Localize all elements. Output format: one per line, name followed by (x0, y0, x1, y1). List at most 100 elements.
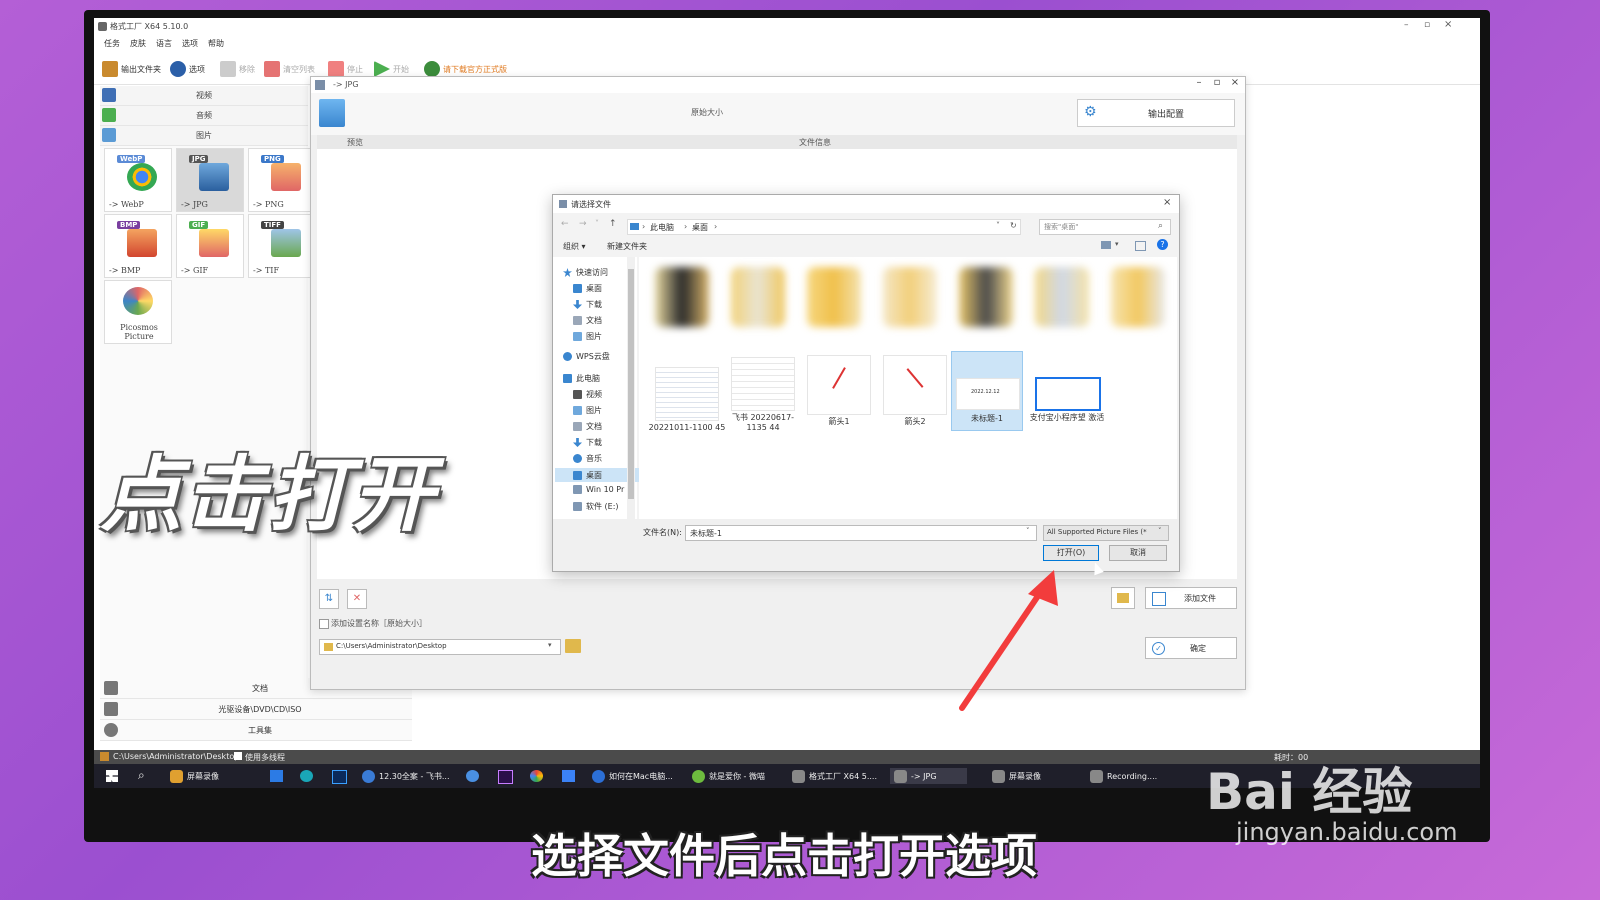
nav-downloads-pc[interactable]: 下载 (573, 437, 602, 448)
category-audio[interactable]: 音频 (100, 106, 308, 126)
nav-videos[interactable]: 视频 (573, 389, 602, 400)
multithread-checkbox[interactable] (234, 752, 242, 760)
add-setting-checkbox[interactable] (319, 619, 329, 629)
windows-start-icon[interactable] (106, 770, 118, 782)
blurred-file[interactable] (959, 267, 1013, 327)
view-icon[interactable] (1101, 241, 1111, 249)
help-icon[interactable]: ? (1157, 239, 1168, 250)
chrome-icon[interactable] (530, 770, 543, 782)
nav-quick-access[interactable]: 快速访问 (563, 267, 608, 278)
format-jpg[interactable]: JPG -> JPG (176, 148, 244, 212)
file-item[interactable]: 飞书 20220617-1135 44 (723, 351, 803, 441)
file-item-selected[interactable]: 2022.12.12 未标题-1 (951, 351, 1023, 431)
close-icon[interactable]: × (1227, 77, 1243, 93)
nav-documents-pc[interactable]: 文档 (573, 421, 602, 432)
minimize-icon[interactable]: – (1404, 20, 1409, 30)
options-button[interactable]: 选项 (170, 60, 205, 78)
sort-icon[interactable]: ⇅ (319, 589, 339, 609)
address-bar[interactable]: › 此电脑 › 桌面 › ˅ ↻ (627, 219, 1021, 235)
preview-pane-icon[interactable] (1135, 241, 1146, 251)
file-item[interactable]: 箭头1 (799, 351, 879, 441)
menu-language[interactable]: 语言 (156, 38, 172, 49)
chevron-down-icon[interactable]: ˅ (595, 219, 599, 228)
breadcrumb-desktop[interactable]: 桌面 (692, 222, 708, 233)
delete-icon[interactable]: ✕ (347, 589, 367, 609)
ok-button[interactable]: ✓ 确定 (1145, 637, 1237, 659)
taskbar-item[interactable]: 如何在Mac电脑... (592, 768, 673, 784)
format-webp[interactable]: WebP -> WebP (104, 148, 172, 212)
breadcrumb-this-pc[interactable]: 此电脑 (650, 222, 674, 233)
menu-skin[interactable]: 皮肤 (130, 38, 146, 49)
blurred-file[interactable] (1111, 267, 1165, 327)
output-folder-button[interactable]: 输出文件夹 (102, 60, 161, 78)
format-bmp[interactable]: BMP -> BMP (104, 214, 172, 278)
remove-button[interactable]: 移除 (220, 60, 255, 78)
search-input[interactable]: 搜索"桌面" ⌕ (1039, 219, 1171, 235)
format-png[interactable]: PNG -> PNG (248, 148, 316, 212)
add-file-button[interactable]: 添加文件 (1145, 587, 1237, 609)
close-icon[interactable]: × (1163, 197, 1171, 208)
nav-this-pc[interactable]: 此电脑 (563, 373, 600, 384)
menu-options[interactable]: 选项 (182, 38, 198, 49)
premiere-icon[interactable] (498, 770, 513, 784)
app-icon[interactable] (562, 770, 575, 782)
nav-documents[interactable]: 文档 (573, 315, 602, 326)
taskbar-item[interactable]: 格式工厂 X64 5.... (792, 768, 877, 784)
nav-music[interactable]: 音乐 (573, 453, 602, 464)
app-icon[interactable] (466, 770, 479, 782)
taskbar-item[interactable]: 12.30全案 - 飞书... (362, 768, 450, 784)
search-icon[interactable]: ⌕ (138, 768, 145, 783)
nav-scrollbar[interactable] (627, 257, 635, 519)
blurred-file[interactable] (807, 267, 861, 327)
blurred-file[interactable] (1035, 267, 1089, 327)
clear-list-button[interactable]: 清空列表 (264, 60, 315, 78)
file-item[interactable]: 支付宝小程序望 激活 (1027, 351, 1107, 441)
nav-wps-cloud[interactable]: WPS云盘 (563, 351, 610, 362)
blurred-file[interactable] (655, 267, 709, 327)
minimize-icon[interactable]: – (1191, 77, 1207, 93)
nav-pictures[interactable]: 图片 (573, 331, 602, 342)
scrollbar-thumb[interactable] (628, 269, 634, 499)
taskbar-item[interactable]: 屏幕录像 (170, 768, 219, 784)
format-gif[interactable]: GIF -> GIF (176, 214, 244, 278)
chevron-down-icon[interactable]: ˅ (996, 221, 1000, 230)
mail-icon[interactable] (270, 770, 283, 782)
close-icon[interactable]: × (1444, 19, 1452, 30)
filename-input[interactable]: 未标题-1 ˅ (685, 525, 1037, 541)
back-icon[interactable]: ← (561, 219, 569, 229)
blurred-file[interactable] (883, 267, 937, 327)
taskbar-item[interactable]: Recording.... (1090, 768, 1157, 784)
chevron-down-icon[interactable]: ▾ (1115, 240, 1119, 248)
maximize-icon[interactable]: ▫ (1424, 20, 1430, 30)
refresh-icon[interactable]: ↻ (1010, 221, 1017, 230)
format-tif[interactable]: TIFF -> TIF (248, 214, 316, 278)
forward-icon[interactable]: → (579, 219, 587, 229)
cancel-button[interactable]: 取消 (1109, 545, 1167, 561)
taskbar-item-active[interactable]: -> JPG (890, 768, 967, 784)
nav-desktop[interactable]: 桌面 (573, 283, 602, 294)
category-disc[interactable]: 光驱设备\DVD\CD\ISO (100, 699, 412, 720)
format-picosmos[interactable]: Picosmos Picture (104, 280, 172, 344)
nav-downloads[interactable]: 下载 (573, 299, 602, 310)
new-folder-button[interactable]: 新建文件夹 (607, 241, 647, 252)
filetype-select[interactable]: All Supported Picture Files (* ˅ (1043, 525, 1169, 541)
nav-pictures-pc[interactable]: 图片 (573, 405, 602, 416)
taskbar-item[interactable]: 就是爱你 - 微喵 (692, 768, 765, 784)
category-toolset[interactable]: 工具集 (100, 720, 412, 741)
category-video[interactable]: 视频 (100, 86, 308, 106)
open-button[interactable]: 打开(O) (1043, 545, 1099, 561)
file-item[interactable]: 20221011-1100 45 (647, 351, 727, 441)
photoshop-icon[interactable] (332, 770, 347, 784)
maximize-icon[interactable]: ▫ (1209, 77, 1225, 93)
file-item[interactable]: 箭头2 (875, 351, 955, 441)
output-path-select[interactable]: C:\Users\Administrator\Desktop ▾ (319, 639, 561, 655)
menu-task[interactable]: 任务 (104, 38, 120, 49)
up-icon[interactable]: ↑ (609, 219, 617, 229)
output-config-button[interactable]: ⚙ 输出配置 (1077, 99, 1235, 127)
nav-drive-e[interactable]: 软件 (E:) (573, 501, 619, 512)
menu-help[interactable]: 帮助 (208, 38, 224, 49)
add-folder-button[interactable] (1111, 587, 1135, 609)
category-image[interactable]: 图片 (100, 126, 308, 146)
browser-icon[interactable] (300, 770, 313, 782)
taskbar-item[interactable]: 屏幕录像 (992, 768, 1041, 784)
